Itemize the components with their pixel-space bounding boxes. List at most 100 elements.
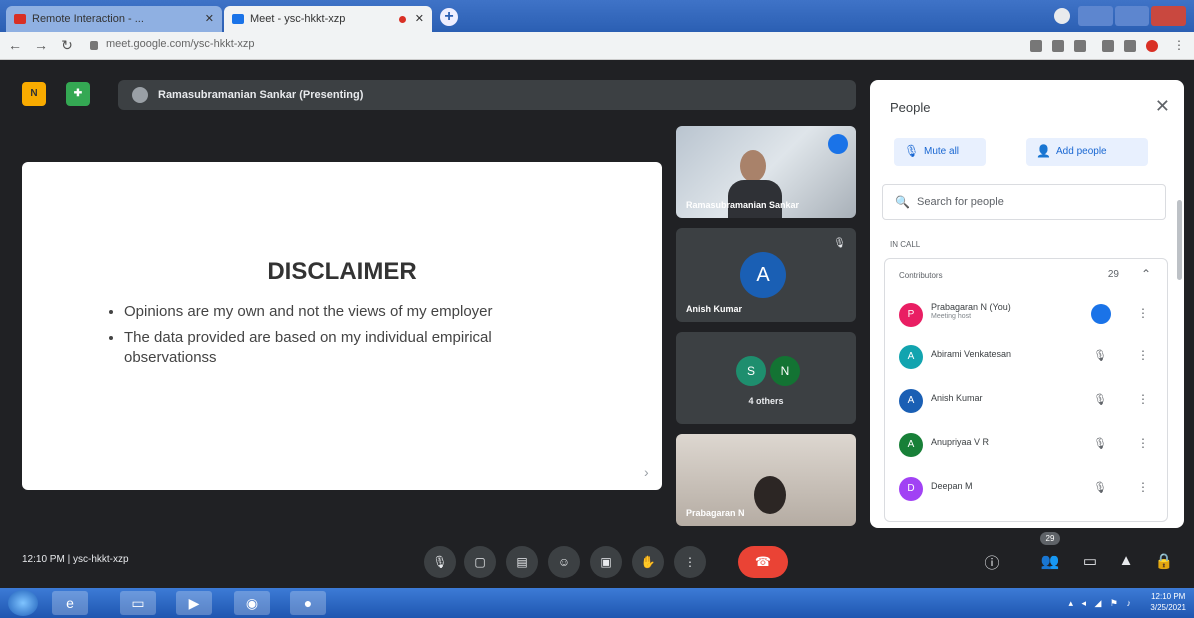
profile-avatar-icon[interactable] [1146, 40, 1158, 52]
browser-tab-remote[interactable]: Remote Interaction - ... ✕ [6, 6, 222, 32]
avatar: A [899, 433, 923, 457]
minimize-button[interactable] [1078, 6, 1113, 26]
add-people-button[interactable]: 👤 Add people [1026, 138, 1148, 166]
folder-icon[interactable]: ▭ [120, 591, 156, 615]
more-options-icon[interactable]: ⋮ [1137, 306, 1149, 320]
participant-row[interactable]: A Anupriyaa V R 🎙 ⋮ [885, 425, 1169, 465]
system-tray[interactable]: ▴ ◂ ◢ ⚑ ♪ [1068, 598, 1134, 609]
tab-label: Meet - ysc-hkkt-xzp [250, 13, 346, 25]
gmail-icon [14, 14, 26, 24]
more-options-icon[interactable]: ⋮ [1137, 348, 1149, 362]
camera-icon[interactable] [1030, 40, 1042, 52]
chrome-icon[interactable]: ◉ [234, 591, 270, 615]
presenting-label: Ramasubramanian Sankar (Presenting) [158, 89, 364, 101]
participant-name: Anish Kumar [931, 393, 983, 403]
participant-row[interactable]: P Prabagaran N (You) Meeting host ⋮ [885, 295, 1169, 335]
close-tab-icon[interactable]: ✕ [205, 12, 214, 25]
slide-bullets: Opinions are my own and not the views of… [108, 302, 568, 374]
avatar [132, 87, 148, 103]
avatar: A [740, 252, 786, 298]
captions-button[interactable]: ▤ [506, 546, 538, 578]
search-people-input[interactable]: 🔍 Search for people [882, 184, 1166, 220]
participant-row[interactable]: A Abirami Venkatesan 🎙 ⋮ [885, 337, 1169, 377]
tile-label: Prabagaran N [686, 508, 745, 518]
video-tile-anish[interactable]: 🎙 A Anish Kumar [676, 228, 856, 322]
add-people-label: Add people [1056, 146, 1107, 157]
video-tile-presenter[interactable]: Ramasubramanian Sankar [676, 126, 856, 218]
tile-icon[interactable]: ✚ [66, 82, 90, 106]
reactions-button[interactable]: ☺ [548, 546, 580, 578]
meeting-code: ysc-hkkt-xzp [72, 554, 129, 565]
ie-icon[interactable]: e [52, 591, 88, 615]
reload-icon[interactable]: ↻ [58, 37, 76, 54]
participant-row[interactable]: A Anish Kumar 🎙 ⋮ [885, 381, 1169, 421]
close-window-button[interactable] [1151, 6, 1187, 26]
contributors-label: Contributors [899, 271, 943, 280]
app-icon[interactable]: ● [290, 591, 326, 615]
leave-call-button[interactable]: ☎ [738, 546, 788, 578]
new-tab-button[interactable]: + [440, 8, 458, 26]
mute-all-button[interactable]: 🎙 Mute all [894, 138, 986, 166]
more-options-icon[interactable]: ⋮ [1137, 480, 1149, 494]
participant-role: Meeting host [931, 313, 972, 320]
people-icon[interactable]: 👥 [1040, 552, 1060, 570]
present-button[interactable]: ▣ [590, 546, 622, 578]
taskbar: e ▭ ▶ ◉ ● ▴ ◂ ◢ ⚑ ♪ 12:10 PM 3/25/2021 [0, 588, 1194, 618]
slide-title: DISCLAIMER [267, 258, 417, 285]
close-tab-icon[interactable]: ✕ [415, 12, 424, 25]
mic-off-icon: 🎙 [904, 144, 920, 158]
profile-icon[interactable] [1054, 8, 1070, 24]
next-arrow-icon[interactable]: › [644, 464, 656, 484]
browser-tab-meet[interactable]: Meet - ysc-hkkt-xzp ✕ [224, 6, 432, 32]
info-icon[interactable]: ⓘ [982, 552, 1002, 573]
mic-off-icon: 🎙 [1093, 482, 1107, 494]
others-label: 4 others [748, 396, 784, 406]
meet-icon [232, 14, 244, 24]
chat-icon[interactable]: ▭ [1080, 552, 1100, 570]
recording-icon [399, 16, 406, 23]
participant-name: Abirami Venkatesan [931, 349, 1012, 359]
video-tile-self[interactable]: Prabagaran N [676, 434, 856, 526]
tab-label: Remote Interaction - ... [32, 13, 144, 25]
more-options-button[interactable]: ⋮ [674, 546, 706, 578]
menu-icon[interactable]: ⋮ [1170, 38, 1188, 52]
participant-name: Anupriyaa V R [931, 437, 990, 447]
window-controls [1078, 6, 1187, 26]
contributors-section: Contributors 29 ⌃ P Prabagaran N (You) M… [884, 258, 1168, 522]
in-call-heading: IN CALL [890, 240, 921, 249]
url-field[interactable]: meet.google.com/ysc-hkkt-xzp [106, 38, 255, 50]
extension-icon[interactable] [1052, 40, 1064, 52]
add-person-icon: 👤 [1036, 144, 1051, 158]
close-icon[interactable]: ✕ [1155, 96, 1170, 117]
activities-icon[interactable]: ▲ [1116, 552, 1136, 569]
camera-button[interactable]: ▢ [464, 546, 496, 578]
avatar: N [770, 356, 800, 386]
start-button[interactable] [8, 590, 38, 616]
presenting-bar: Ramasubramanian Sankar (Presenting) [118, 80, 856, 110]
maximize-button[interactable] [1114, 6, 1150, 26]
extension-icon[interactable] [1102, 40, 1114, 52]
raise-hand-button[interactable]: ✋ [632, 546, 664, 578]
forward-icon[interactable]: → [32, 37, 50, 53]
participant-row[interactable]: D Deepan M 🎙 ⋮ [885, 469, 1169, 509]
mic-button[interactable]: 🎙 [424, 546, 456, 578]
host-controls-icon[interactable]: 🔒 [1154, 552, 1174, 570]
star-icon[interactable] [1074, 40, 1086, 52]
avatar: S [736, 356, 766, 386]
people-panel: People ✕ 🎙 Mute all 👤 Add people 🔍 Searc… [870, 80, 1184, 528]
clock[interactable]: 12:10 PM 3/25/2021 [1150, 591, 1186, 613]
mic-off-icon: 🎙 [1093, 438, 1107, 450]
media-player-icon[interactable]: ▶ [176, 591, 212, 615]
back-icon[interactable]: ← [6, 37, 24, 53]
more-options-icon[interactable]: ⋮ [1137, 436, 1149, 450]
clock-time: 12:10 PM [1151, 592, 1186, 601]
meeting-info: 12:10 PM | ysc-hkkt-xzp [22, 554, 129, 565]
video-tile-others[interactable]: S N 4 others [676, 332, 856, 424]
extension-icon[interactable] [1124, 40, 1136, 52]
chevron-up-icon[interactable]: ⌃ [1141, 267, 1151, 281]
people-count-badge: 29 [1040, 532, 1060, 545]
clock-date: 3/25/2021 [1150, 603, 1186, 612]
more-options-icon[interactable]: ⋮ [1137, 392, 1149, 406]
scrollbar[interactable] [1177, 200, 1182, 280]
tile-icon[interactable]: N [22, 82, 46, 106]
